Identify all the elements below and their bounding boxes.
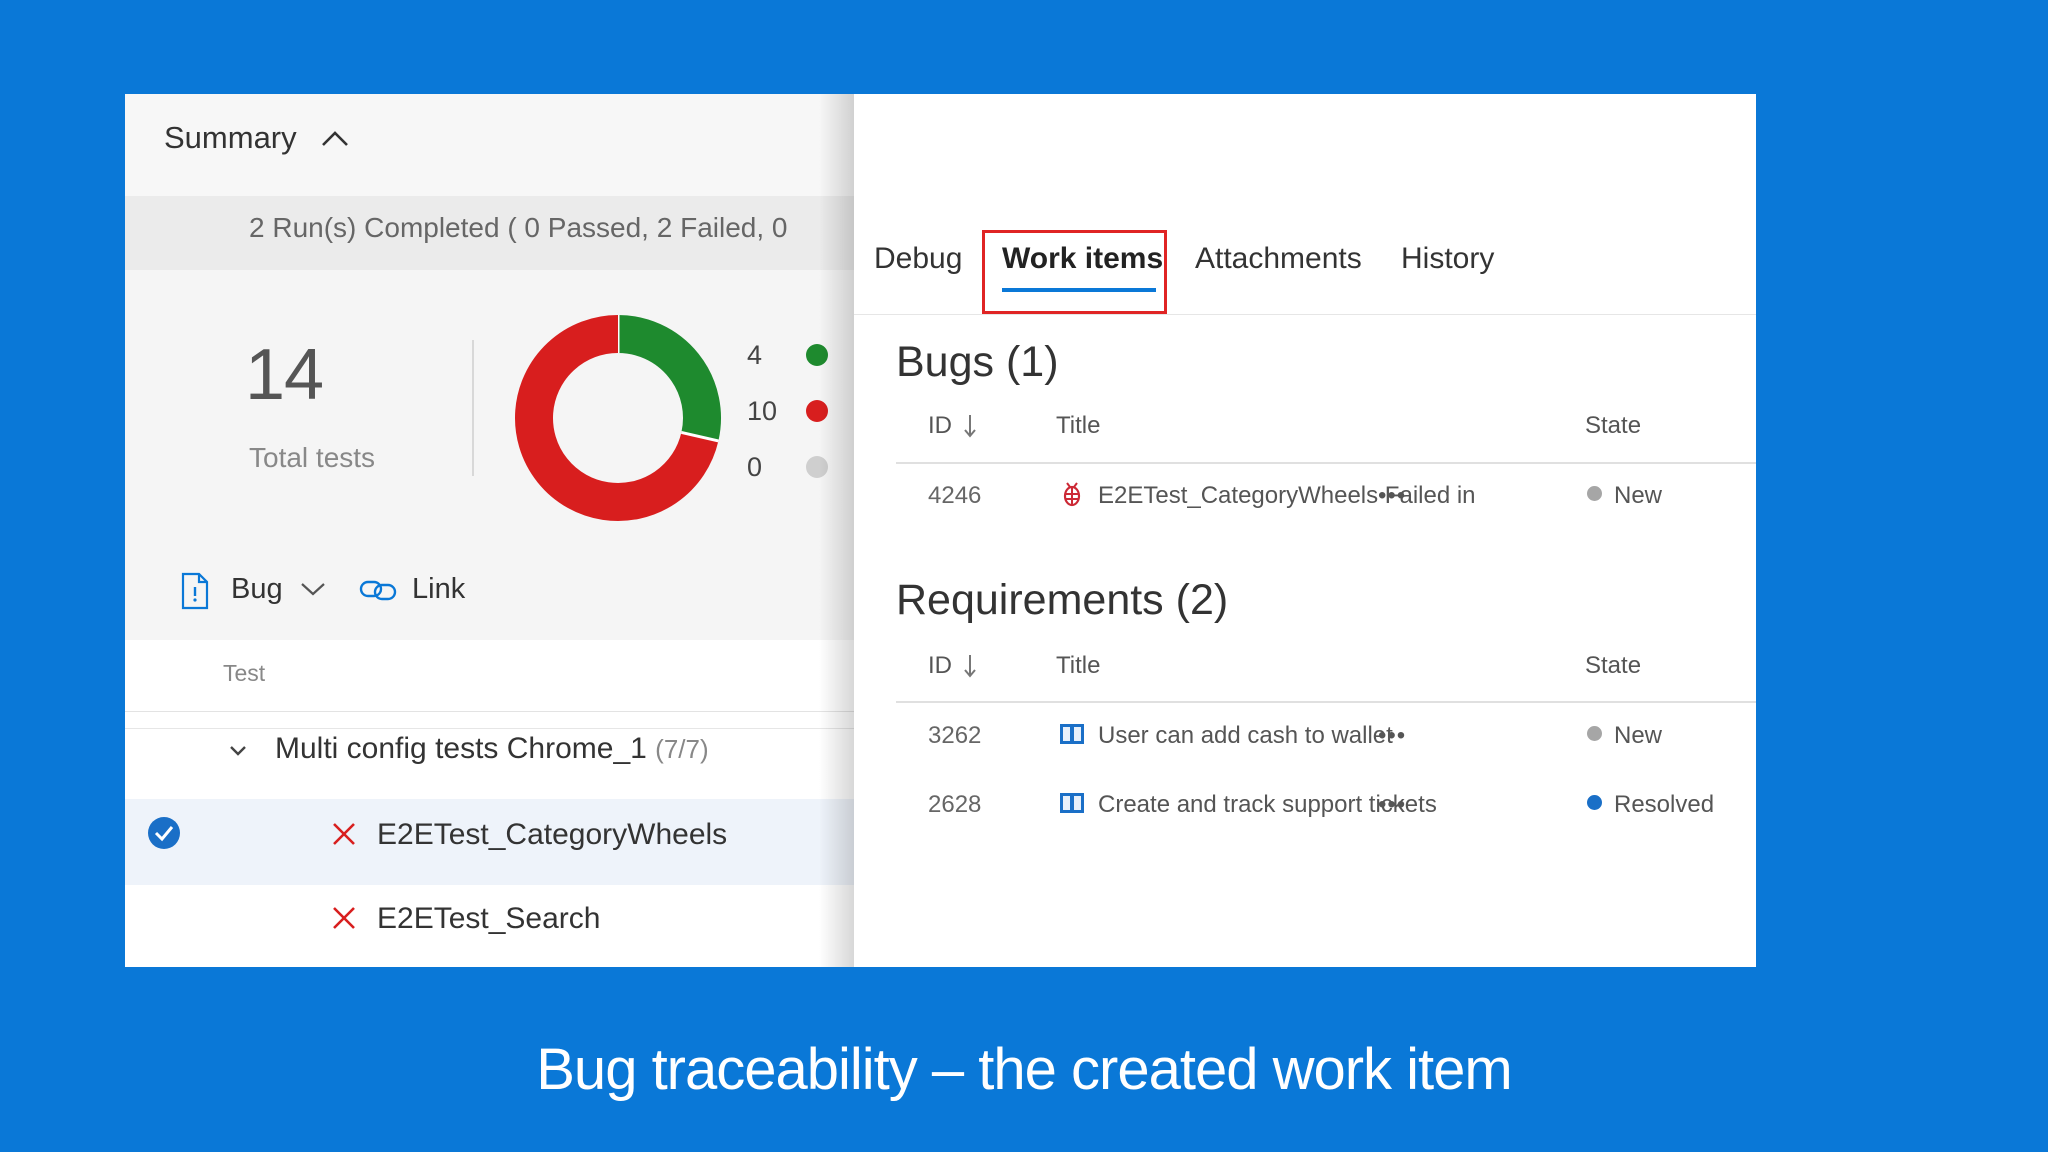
tabs-divider — [854, 314, 1756, 315]
donut-segment-0 — [617, 315, 721, 441]
bugs-id-header[interactable]: ID — [928, 412, 952, 440]
tab-history[interactable]: History — [1401, 242, 1494, 276]
runs-summary-text: 2 Run(s) Completed ( 0 Passed, 2 Failed,… — [249, 212, 788, 243]
more-actions-icon[interactable]: ••• — [1378, 791, 1406, 819]
screenshot-frame: Summary 2 Run(s) Completed ( 0 Passed, 2… — [125, 94, 1756, 967]
bug-state: New — [1614, 482, 1663, 509]
more-actions-icon[interactable]: ••• — [1378, 482, 1406, 510]
stats-divider — [472, 340, 474, 476]
slide-caption: Bug traceability – the created work item — [536, 1037, 1512, 1102]
sort-descending-icon[interactable] — [963, 413, 977, 439]
link-button[interactable]: Link — [412, 573, 465, 606]
test-group-count: (7/7) — [655, 734, 709, 764]
bugs-title-header[interactable]: Title — [1056, 412, 1100, 440]
book-icon — [1060, 793, 1084, 813]
summary-header[interactable]: Summary — [125, 94, 854, 196]
requirements-section-title: Requirements (2) — [896, 576, 1229, 624]
chevron-down-icon[interactable] — [228, 744, 248, 758]
failed-x-icon — [333, 823, 355, 845]
requirements-state-header[interactable]: State — [1585, 652, 1641, 680]
legend-failed-count: 10 — [747, 396, 778, 426]
bug-icon — [1063, 482, 1081, 507]
test-name[interactable]: E2ETest_CategoryWheels — [377, 818, 727, 852]
chevron-up-icon[interactable] — [320, 128, 350, 148]
requirements-header-divider — [896, 701, 1756, 703]
chevron-down-icon[interactable] — [300, 581, 326, 597]
legend-other-count: 0 — [747, 452, 763, 482]
test-summary-panel: Summary 2 Run(s) Completed ( 0 Passed, 2… — [125, 94, 854, 967]
bugs-header-divider — [896, 462, 1756, 464]
requirements-id-header[interactable]: ID — [928, 652, 952, 680]
total-tests-count: 14 — [245, 335, 324, 415]
selected-check-icon[interactable] — [147, 816, 181, 850]
test-group-label[interactable]: Multi config tests Chrome_1 (7/7) — [275, 732, 709, 766]
work-items-panel: Debug Work items Attachments History Bug… — [854, 94, 1756, 967]
requirement-title[interactable]: User can add cash to wallet — [1098, 722, 1393, 750]
summary-title: Summary — [164, 120, 297, 155]
requirements-title-header[interactable]: Title — [1056, 652, 1100, 680]
more-actions-icon[interactable]: ••• — [1378, 722, 1406, 750]
link-icon[interactable] — [359, 576, 397, 604]
header-divider — [125, 711, 854, 712]
state-new-dot — [1587, 726, 1602, 741]
bugs-section-title: Bugs (1) — [896, 338, 1059, 386]
requirement-state: Resolved — [1614, 791, 1715, 818]
tab-debug[interactable]: Debug — [874, 242, 962, 276]
state-resolved-dot — [1587, 795, 1602, 810]
work-items-highlight-box — [982, 230, 1167, 314]
test-group-name: Multi config tests Chrome_1 — [275, 732, 647, 765]
bug-button[interactable]: Bug — [231, 573, 283, 606]
bug-id[interactable]: 4246 — [928, 482, 981, 510]
total-tests-label: Total tests — [249, 442, 376, 473]
requirement-state: New — [1614, 722, 1663, 749]
bug-file-icon[interactable] — [180, 572, 210, 610]
requirement-id[interactable]: 2628 — [928, 791, 981, 819]
test-column-header[interactable]: Test — [223, 660, 265, 687]
failed-x-icon — [333, 907, 355, 929]
panel-shadow — [819, 94, 855, 967]
sort-descending-icon[interactable] — [963, 653, 977, 679]
outcome-donut-chart — [515, 315, 721, 521]
book-icon — [1060, 724, 1084, 744]
legend-passed-count: 4 — [747, 340, 763, 370]
requirement-id[interactable]: 3262 — [928, 722, 981, 750]
bugs-state-header[interactable]: State — [1585, 412, 1641, 440]
state-new-dot — [1587, 486, 1602, 501]
bug-title[interactable]: E2ETest_CategoryWheels Failed in — [1098, 482, 1476, 510]
test-name[interactable]: E2ETest_Search — [377, 902, 600, 936]
tab-attachments[interactable]: Attachments — [1195, 242, 1362, 276]
